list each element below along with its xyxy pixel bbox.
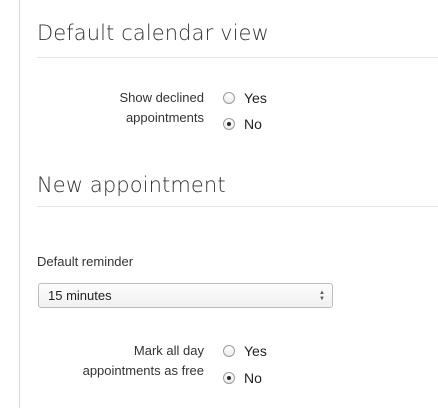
mark-all-day-label: Mark all day appointments as free <box>40 341 204 381</box>
mark-all-day-label-line1: Mark all day <box>133 343 204 358</box>
updown-chevron-icon: ▲ ▼ <box>319 289 325 302</box>
default-reminder-select[interactable]: 15 minutes ▲ ▼ <box>38 283 333 308</box>
radio-button-unchecked[interactable] <box>223 345 235 357</box>
mark-all-day-no-option[interactable]: No <box>223 368 262 388</box>
show-declined-no-option[interactable]: No <box>223 114 262 134</box>
show-declined-label-line1: Show declined <box>119 90 204 105</box>
show-declined-yes-label: Yes <box>244 90 267 106</box>
radio-button-checked[interactable] <box>223 118 235 130</box>
show-declined-no-label: No <box>244 116 262 132</box>
section-title-new-appointment: New appointment <box>37 173 226 197</box>
default-reminder-label: Default reminder <box>37 254 134 269</box>
radio-button-checked[interactable] <box>223 372 235 384</box>
mark-all-day-yes-label: Yes <box>244 343 267 359</box>
section-divider <box>37 57 438 58</box>
default-reminder-value: 15 minutes <box>48 288 112 303</box>
mark-all-day-no-label: No <box>244 370 262 386</box>
radio-button-unchecked[interactable] <box>223 92 235 104</box>
show-declined-yes-option[interactable]: Yes <box>223 88 267 108</box>
show-declined-label: Show declined appointments <box>60 88 204 128</box>
section-divider <box>37 206 438 207</box>
section-title-calendar-view: Default calendar view <box>37 21 269 45</box>
show-declined-label-line2: appointments <box>125 110 204 125</box>
mark-all-day-yes-option[interactable]: Yes <box>223 341 267 361</box>
mark-all-day-label-line2: appointments as free <box>82 363 204 378</box>
